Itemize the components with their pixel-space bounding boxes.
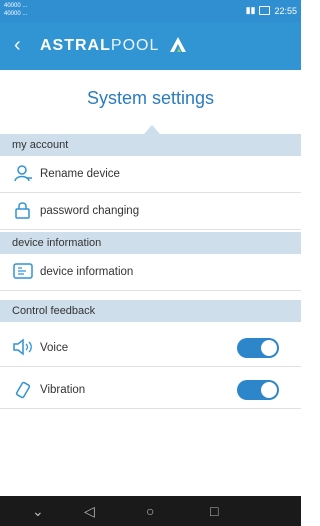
recents-nav-icon[interactable]: □ <box>210 503 218 519</box>
vibration-toggle-knob <box>261 382 277 398</box>
lock-icon <box>12 201 34 221</box>
voice-label: Voice <box>40 342 69 354</box>
astralpool-logo-icon <box>170 37 186 52</box>
section-header-device-information: device information <box>0 232 301 254</box>
password-changing-row[interactable]: password changing <box>0 193 301 230</box>
voice-toggle-knob <box>261 340 277 356</box>
device-information-label: device information <box>40 266 134 278</box>
chevron-down-icon[interactable]: ⌄ <box>32 503 44 519</box>
voice-toggle[interactable] <box>237 338 279 358</box>
device-information-row[interactable]: device information <box>0 254 301 291</box>
status-bar: 40000 ... 40000 ... ▮▮ 22:55 <box>0 0 301 22</box>
status-icons: ▮▮ 22:55 <box>246 5 297 16</box>
status-time: 22:55 <box>274 5 297 16</box>
speaker-icon <box>12 338 34 358</box>
app-bar: ‹ ASTRALPOOL <box>0 22 301 70</box>
rename-device-label: Rename device <box>40 168 120 180</box>
section-header-control-feedback: Control feedback <box>0 300 301 322</box>
voice-row: Voice <box>0 330 301 367</box>
rename-device-row[interactable]: Rename device <box>0 156 301 193</box>
vibration-icon <box>12 380 34 400</box>
brand-bold: ASTRAL <box>40 37 111 54</box>
user-icon <box>12 164 34 184</box>
page-title: System settings <box>86 88 215 108</box>
carrier-line-1: 40000 ... <box>4 3 28 9</box>
title-notch <box>144 125 160 134</box>
vibration-toggle[interactable] <box>237 380 279 400</box>
home-nav-icon[interactable]: ○ <box>146 503 154 519</box>
brand-logo: ASTRALPOOL <box>40 37 159 55</box>
device-icon <box>12 262 34 282</box>
carrier-line-2: 40000 ... <box>4 11 28 17</box>
system-nav-bar: ⌄ ◁ ○ □ <box>0 496 301 526</box>
carrier-info: 40000 ... 40000 ... <box>4 2 27 18</box>
vibration-label: Vibration <box>40 384 86 396</box>
battery-icon <box>259 6 271 15</box>
password-changing-label: password changing <box>40 205 140 217</box>
section-header-my-account: my account <box>0 134 301 156</box>
vibration-row: Vibration <box>0 372 301 409</box>
back-nav-icon[interactable]: ◁ <box>84 503 95 519</box>
brand-light: POOL <box>110 37 160 54</box>
back-button[interactable]: ‹ <box>14 35 21 55</box>
signal-icon: ▮▮ <box>245 5 256 15</box>
